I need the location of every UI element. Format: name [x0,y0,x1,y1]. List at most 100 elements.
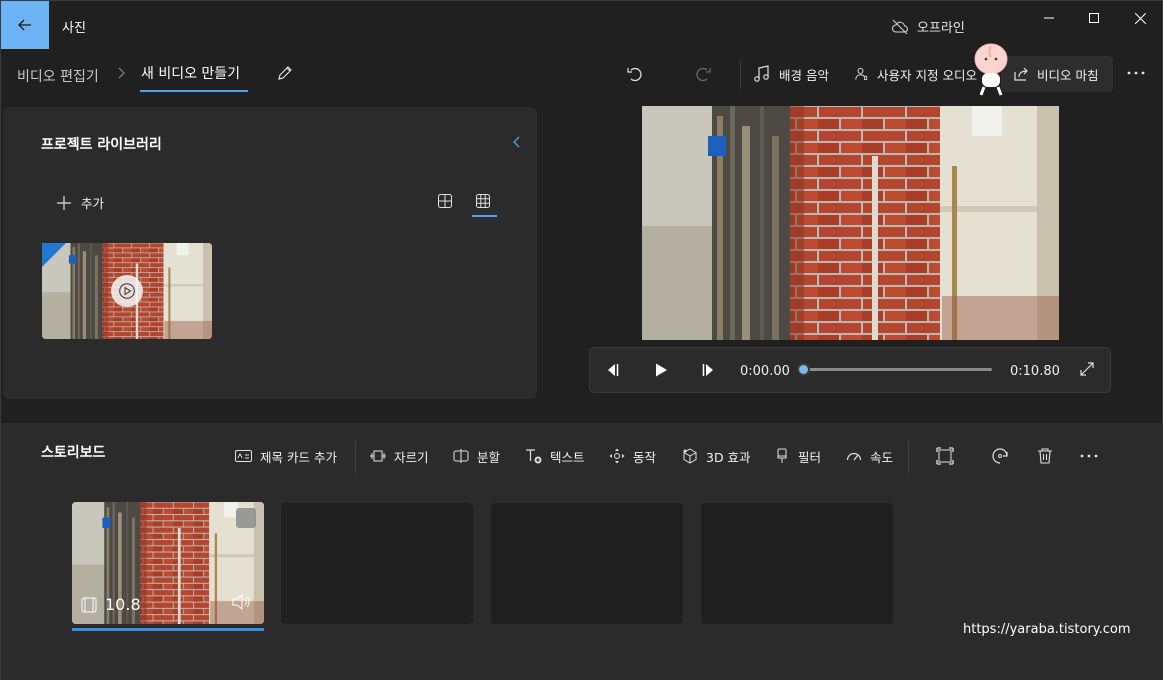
large-grid-view-button[interactable] [437,193,453,209]
breadcrumb-underline [140,90,248,92]
next-frame-button[interactable] [701,362,717,378]
offline-label: 오프라인 [917,21,965,36]
empty-storyboard-slot[interactable] [491,503,683,624]
add-media-button[interactable]: 추가 [57,193,104,212]
peach-sticker [969,41,1013,99]
add-title-card-button[interactable]: 제목 카드 추가 [235,446,337,466]
add-title-card-label: 제목 카드 추가 [260,449,337,465]
background-music-label: 배경 음악 [779,67,829,83]
finish-video-button[interactable]: 비디오 마침 [1001,56,1113,92]
resize-button[interactable] [936,446,954,466]
toolbar-divider [740,61,741,89]
app-title: 사진 [62,21,86,36]
video-preview[interactable] [642,106,1059,340]
trim-label: 자르기 [394,449,429,465]
close-button[interactable] [1117,1,1163,35]
rotate-icon [992,448,1008,464]
small-grid-view-button[interactable] [475,193,491,209]
split-button[interactable]: 분할 [453,446,500,466]
delete-button[interactable] [1036,446,1054,466]
storyboard-title: 스토리보드 [41,445,106,461]
clip-volume-button[interactable] [231,593,251,611]
collapse-library-button[interactable] [509,134,525,150]
filters-label: 필터 [798,449,822,465]
speaker-icon [232,593,250,611]
breadcrumb-video-editor[interactable]: 비디오 편집기 [17,66,99,86]
back-arrow-icon [18,19,31,31]
film-icon [81,597,97,612]
custom-audio-label: 사용자 지정 오디오 [877,67,977,83]
project-title: 새 비디오 만들기 [141,66,241,82]
skip-back-icon [608,364,619,376]
offline-status[interactable]: 오프라인 [891,17,965,36]
grid-large-icon [438,194,452,208]
text-add-icon [526,449,542,464]
seek-thumb[interactable] [796,363,810,376]
speed-label: 속도 [870,449,894,465]
chevron-right-icon [117,64,127,82]
play-outline-icon [119,283,135,299]
paintbrush-icon [777,448,787,463]
back-button[interactable] [1,1,49,49]
watermark-text: https://yaraba.tistory.com [963,622,1131,637]
3d-effects-button[interactable]: 3D 효과 [682,446,751,466]
trash-icon [1038,448,1052,464]
thumbnail-play-button[interactable] [111,275,143,307]
clip-duration-value: 10.8 [105,595,141,614]
view-selected-indicator [472,215,497,217]
empty-storyboard-slot[interactable] [701,503,893,624]
previous-frame-button[interactable] [604,362,620,378]
maximize-button[interactable] [1071,1,1117,35]
split-label: 분할 [477,449,501,465]
finish-video-label: 비디오 마침 [1037,67,1099,83]
motion-label: 동작 [633,449,657,465]
maximize-icon [1089,13,1099,23]
rotate-button[interactable] [991,446,1009,466]
toolbar-divider [355,441,356,473]
total-time: 0:10.80 [1010,364,1060,379]
text-label: 텍스트 [550,449,585,465]
redo-button[interactable] [693,59,713,89]
empty-storyboard-slot[interactable] [281,503,473,624]
play-button[interactable] [653,362,669,378]
project-library-title: 프로젝트 라이브러리 [41,137,162,153]
fullscreen-button[interactable] [1079,361,1095,377]
clip-select-checkbox[interactable] [236,508,256,528]
close-icon [1134,12,1146,24]
more-horizontal-icon [1127,71,1145,75]
plus-icon [57,195,71,210]
preview-frame-image [642,106,1059,340]
rename-button[interactable] [275,63,295,83]
music-note-icon [754,65,769,82]
add-media-label: 추가 [81,196,105,211]
trim-button[interactable]: 자르기 [370,446,429,466]
text-button[interactable]: 텍스트 [525,446,585,466]
toolbar-divider [908,441,909,473]
more-horizontal-icon [1080,454,1098,458]
current-time: 0:00.00 [740,364,790,379]
cloud-offline-icon [891,19,908,34]
more-options-button[interactable] [1125,62,1147,84]
undo-button[interactable] [625,59,645,89]
title-card-icon [235,450,252,462]
3d-effects-icon [683,448,697,464]
motion-button[interactable]: 동작 [609,446,656,466]
custom-audio-button[interactable]: 사용자 지정 오디오 [855,59,977,89]
redo-icon [696,67,711,82]
skip-forward-icon [702,364,713,376]
storyboard-more-button[interactable] [1078,446,1100,466]
filters-button[interactable]: 필터 [774,446,821,466]
clip-duration: 10.8 [81,595,141,614]
undo-icon [627,67,642,82]
pencil-icon [278,66,292,80]
speedometer-icon [846,452,862,461]
speed-button[interactable]: 속도 [846,446,893,466]
seek-bar[interactable] [802,368,992,371]
3d-effects-label: 3D 효과 [706,449,751,465]
motion-icon [609,448,625,464]
background-music-button[interactable]: 배경 음악 [753,59,829,89]
minimize-button[interactable] [1026,1,1072,35]
split-icon [453,449,469,463]
used-in-project-indicator [42,243,66,267]
resize-icon [936,447,954,465]
